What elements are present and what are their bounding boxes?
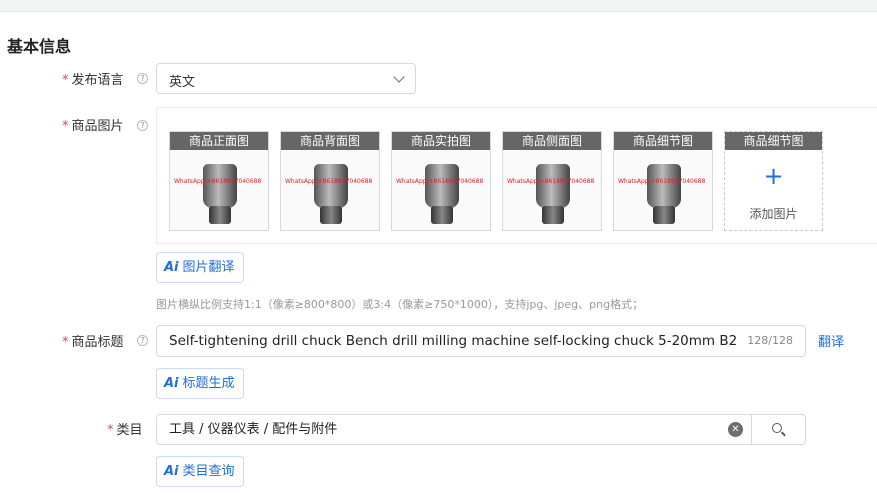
plus-icon: +	[763, 162, 784, 190]
image-caption: 商品正面图	[170, 132, 268, 150]
help-icon[interactable]: ?	[137, 73, 148, 84]
product-photo	[203, 164, 237, 208]
language-select[interactable]: 英文	[156, 63, 416, 94]
language-label: * 发布语言	[62, 73, 124, 88]
product-image-real[interactable]: WhatsApp:+8618817040688 商品实拍图	[391, 131, 491, 231]
image-caption: 商品背面图	[281, 132, 379, 150]
category-value: 工具 / 仪器仪表 / 配件与附件	[169, 422, 338, 437]
title-input[interactable]: Self-tightening drill chuck Bench drill …	[156, 325, 806, 357]
product-image-back[interactable]: WhatsApp:+8618817040688 商品背面图	[280, 131, 380, 231]
title-generate-button[interactable]: Ai 标题生成	[156, 368, 244, 399]
image-translate-button[interactable]: Ai 图片翻译	[156, 252, 244, 283]
image-watermark: WhatsApp:+8618817040688	[618, 178, 706, 185]
image-hint: 图片横纵比例支持1:1（像素≥800*800）或3:4（像素≥750*1000）…	[156, 298, 644, 311]
image-caption: 商品实拍图	[392, 132, 490, 150]
language-value: 英文	[169, 75, 196, 90]
product-image-detail[interactable]: WhatsApp:+8618817040688 商品细节图	[613, 131, 713, 231]
product-photo	[536, 164, 570, 208]
image-watermark: WhatsApp:+8618817040688	[285, 178, 373, 185]
product-photo	[314, 164, 348, 208]
product-photo	[425, 164, 459, 208]
product-image-front[interactable]: WhatsApp:+8618817040688 商品正面图	[169, 131, 269, 231]
image-watermark: WhatsApp:+8618817040688	[396, 178, 484, 185]
translate-link[interactable]: 翻译	[818, 331, 844, 350]
category-input[interactable]: 工具 / 仪器仪表 / 配件与附件	[156, 414, 752, 445]
category-label: * 类目	[107, 423, 143, 438]
title-label: * 商品标题	[62, 335, 124, 350]
clear-icon[interactable]: ✕	[728, 422, 743, 437]
category-search-button[interactable]	[751, 414, 806, 445]
help-icon[interactable]: ?	[137, 120, 148, 131]
image-caption: 商品侧面图	[503, 132, 601, 150]
images-label: * 商品图片	[62, 119, 124, 134]
product-image-side[interactable]: WhatsApp:+8618817040688 商品侧面图	[502, 131, 602, 231]
section-title: 基本信息	[7, 37, 72, 56]
title-char-count: 128/128	[747, 334, 793, 347]
ai-icon: Ai	[164, 464, 179, 479]
image-watermark: WhatsApp:+8618817040688	[174, 178, 262, 185]
title-value: Self-tightening drill chuck Bench drill …	[169, 333, 738, 349]
ai-icon: Ai	[164, 260, 179, 275]
product-photo	[647, 164, 681, 208]
help-icon[interactable]: ?	[137, 335, 148, 346]
add-image-label: 添加图片	[749, 207, 798, 221]
image-watermark: WhatsApp:+8618817040688	[507, 178, 595, 185]
ai-icon: Ai	[164, 376, 179, 391]
chevron-down-icon	[393, 71, 405, 83]
add-image-button[interactable]: 商品细节图 + 添加图片	[724, 131, 823, 231]
image-caption: 商品细节图	[725, 132, 822, 150]
image-caption: 商品细节图	[614, 132, 712, 150]
search-icon	[772, 423, 782, 433]
category-query-button[interactable]: Ai 类目查询	[156, 456, 244, 487]
top-bar	[0, 0, 877, 12]
